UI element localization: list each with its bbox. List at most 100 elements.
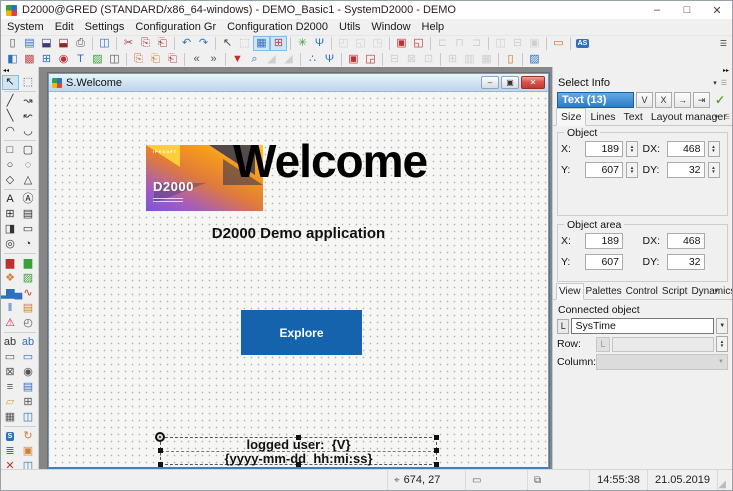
display-view-icon[interactable]: ◫ bbox=[106, 52, 123, 67]
tab-layout-manager[interactable]: Layout manager bbox=[647, 109, 731, 125]
close-button[interactable]: ✕ bbox=[702, 1, 732, 19]
table-tool-icon[interactable]: ⊞ bbox=[20, 395, 37, 410]
text-view-icon[interactable]: T bbox=[72, 52, 89, 67]
polyline-tool-icon[interactable]: ↝ bbox=[20, 94, 37, 109]
maximize-button[interactable]: □ bbox=[672, 1, 702, 19]
toolbar-grip-icon[interactable]: ☰ bbox=[720, 39, 729, 48]
image-view-icon[interactable]: ▨ bbox=[89, 52, 106, 67]
cut-icon[interactable]: ✂ bbox=[120, 36, 137, 51]
drawing-canvas[interactable]: IPESOFT D2000 Welcome D2000 Demo applica… bbox=[49, 92, 548, 467]
previous-icon[interactable]: « bbox=[188, 52, 205, 67]
selection-handle[interactable] bbox=[434, 462, 439, 467]
menu-item-window[interactable]: Window bbox=[371, 21, 410, 33]
resize-grip-icon[interactable]: ◢ bbox=[718, 470, 732, 490]
edit-text-alt-tool-icon[interactable]: ab bbox=[20, 335, 37, 350]
object-y-input[interactable] bbox=[585, 162, 623, 178]
snap-grid-icon[interactable]: ⊞ bbox=[270, 36, 287, 51]
y-spinner[interactable]: ▲▼ bbox=[626, 162, 638, 178]
tab-text[interactable]: Text bbox=[620, 109, 647, 125]
connected-object-input[interactable] bbox=[571, 318, 714, 334]
send-to-back-icon[interactable]: ◱ bbox=[410, 36, 427, 51]
x-spinner[interactable]: ▲▼ bbox=[626, 141, 638, 157]
object-dx-input[interactable] bbox=[667, 141, 705, 157]
menu-item-settings[interactable]: Settings bbox=[85, 21, 125, 33]
paste-graphic-icon[interactable]: ⎗ bbox=[147, 52, 164, 67]
palette-view-icon[interactable]: ▩ bbox=[21, 52, 38, 67]
save-as-icon[interactable]: ⬓ bbox=[55, 36, 72, 51]
list-view-tool-icon[interactable]: ≣ bbox=[2, 444, 19, 459]
tab-control[interactable]: Control bbox=[624, 284, 660, 299]
polygon-tool-icon[interactable]: △ bbox=[20, 173, 37, 188]
menu-item-utils[interactable]: Utils bbox=[339, 21, 360, 33]
circle3d-tool-icon[interactable]: ◎ bbox=[2, 237, 19, 252]
alarm-tool-icon[interactable]: ⚠ bbox=[2, 316, 19, 331]
selection-arrow-button[interactable]: → bbox=[674, 92, 691, 108]
paste-special-icon[interactable]: ⎗ bbox=[164, 52, 181, 67]
panel-grip-icon[interactable]: ☰ bbox=[724, 113, 730, 121]
selection-handle[interactable] bbox=[158, 448, 163, 453]
selection-handle[interactable] bbox=[434, 435, 439, 440]
rectangle-tool-icon[interactable]: □ bbox=[2, 143, 19, 158]
clock-tool-icon[interactable]: ◴ bbox=[20, 316, 37, 331]
edit-text-tool-icon[interactable]: ab bbox=[2, 335, 19, 350]
menu-item-configuration-d2000[interactable]: Configuration D2000 bbox=[227, 21, 328, 33]
checkbox-tool-icon[interactable]: ⊠ bbox=[2, 365, 19, 380]
chevron-down-icon[interactable]: ▾ bbox=[714, 287, 718, 295]
ellipse-tool-icon[interactable]: ◌ bbox=[20, 158, 37, 173]
save-icon[interactable]: ⬓ bbox=[38, 36, 55, 51]
picture-settings-icon[interactable]: ◫ bbox=[96, 36, 113, 51]
chevron-down-icon[interactable]: ▾ bbox=[714, 113, 718, 121]
line-tool-icon[interactable]: ╱ bbox=[2, 94, 19, 109]
send-backward-icon[interactable]: ◲ bbox=[362, 52, 379, 67]
filter-icon[interactable]: ▼ bbox=[229, 52, 246, 67]
dx-spinner[interactable]: ▲▼ bbox=[708, 141, 720, 157]
delete-tool-icon[interactable]: ✕ bbox=[2, 459, 19, 469]
combo-dropdown-icon[interactable]: ▼ bbox=[716, 318, 728, 334]
paste-icon[interactable]: ⎗ bbox=[154, 36, 171, 51]
tab-script[interactable]: Script bbox=[660, 284, 690, 299]
select-tool-icon[interactable]: ↖ bbox=[219, 36, 236, 51]
tab-dynamics[interactable]: Dynamics bbox=[689, 284, 732, 299]
object-tree-icon[interactable]: Ψ bbox=[311, 36, 328, 51]
swt-tool-icon[interactable]: S bbox=[2, 429, 19, 444]
radio-tool-icon[interactable]: ◉ bbox=[20, 365, 37, 380]
trend-tool-icon[interactable]: ∿ bbox=[20, 286, 37, 301]
arc-down-tool-icon[interactable]: ◡ bbox=[20, 124, 37, 139]
selection-handle[interactable] bbox=[296, 435, 301, 440]
tile-view-icon[interactable]: ⊞ bbox=[38, 52, 55, 67]
record-view-icon[interactable]: ◉ bbox=[55, 52, 72, 67]
grid-toggle-icon[interactable]: ▦ bbox=[253, 36, 270, 51]
bar-graph-tool-icon[interactable]: ▂▆▄ bbox=[2, 286, 19, 301]
pointer-tool-icon[interactable]: ↖ bbox=[2, 75, 19, 90]
frame-tool-icon[interactable]: ▭ bbox=[20, 222, 37, 237]
copy-icon[interactable]: ⎘ bbox=[137, 36, 154, 51]
background-image-icon[interactable]: ▨ bbox=[526, 52, 543, 67]
subpicture-tool-icon[interactable]: ◫ bbox=[20, 410, 37, 425]
selection-handle[interactable] bbox=[296, 462, 301, 467]
connect-objects-icon[interactable]: ✳ bbox=[294, 36, 311, 51]
palette-tool-icon[interactable]: ❖ bbox=[2, 271, 19, 286]
circle-tool-icon[interactable]: ○ bbox=[2, 158, 19, 173]
curve-tool-icon[interactable]: ↜ bbox=[20, 109, 37, 124]
picture-close-button[interactable]: ✕ bbox=[521, 76, 545, 89]
dialog-frame-icon[interactable]: ▯ bbox=[502, 52, 519, 67]
selection-handle[interactable] bbox=[434, 448, 439, 453]
selection-badge[interactable]: Text (13) bbox=[557, 92, 634, 108]
picture-title-bar[interactable]: S.Welcome – ▣ ✕ bbox=[49, 74, 548, 92]
gradient-bar-tool-icon[interactable]: ▆ bbox=[20, 256, 37, 271]
window-frame-icon[interactable]: ▭ bbox=[550, 36, 567, 51]
bitmap-tool-icon[interactable]: ▨ bbox=[20, 271, 37, 286]
rounded-rect-tool-icon[interactable]: ▢ bbox=[20, 143, 37, 158]
selected-text-object[interactable]: logged user: {V} {yyyy-mm-dd hh:mi:ss} bbox=[160, 437, 437, 465]
list-tool-icon[interactable]: ≡ bbox=[2, 380, 19, 395]
tab-view[interactable]: View bbox=[556, 283, 584, 300]
minimize-button[interactable]: – bbox=[642, 1, 672, 19]
combo-tool-icon[interactable]: ▤ bbox=[20, 380, 37, 395]
text-box-tool-icon[interactable]: Ⓐ bbox=[20, 192, 37, 207]
confirm-check-icon[interactable]: ✓ bbox=[712, 93, 728, 107]
redo-icon[interactable]: ↷ bbox=[195, 36, 212, 51]
bring-forward-icon[interactable]: ▣ bbox=[345, 52, 362, 67]
panel-grip-icon[interactable]: ☰ bbox=[721, 79, 727, 87]
split-nodes-icon[interactable]: Ψ bbox=[321, 52, 338, 67]
menu-item-configuration-gr[interactable]: Configuration Gr bbox=[135, 21, 216, 33]
